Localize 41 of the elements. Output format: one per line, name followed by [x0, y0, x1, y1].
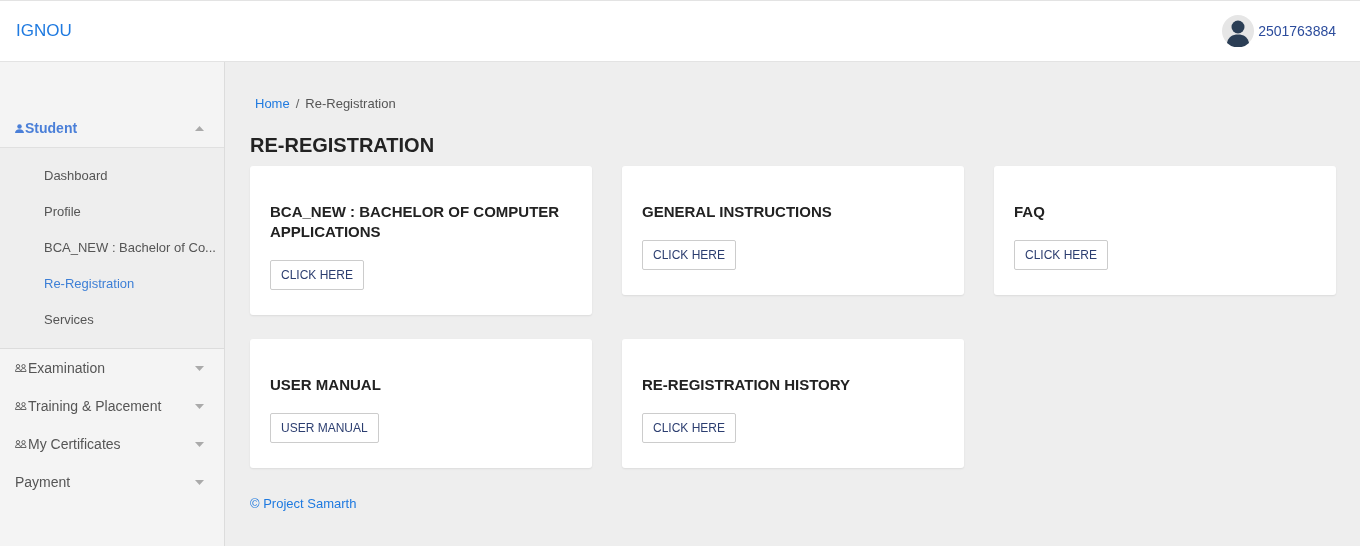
person-icon — [15, 124, 24, 133]
sidebar-section[interactable]: My Certificates — [0, 425, 224, 463]
card-title: GENERAL INSTRUCTIONS — [642, 201, 833, 222]
brand-link[interactable]: IGNOU — [16, 18, 72, 44]
sidebar-section[interactable]: Training & Placement — [0, 387, 224, 425]
card-button[interactable]: CLICK HERE — [1014, 239, 1109, 270]
submenu-item[interactable]: Dashboard — [0, 158, 224, 194]
submenu-item[interactable]: BCA_NEW : Bachelor of Co... — [0, 230, 224, 266]
caret-icon — [195, 403, 204, 409]
card-button[interactable]: USER MANUAL — [270, 412, 379, 443]
card-button[interactable]: CLICK HERE — [642, 412, 737, 443]
card-title: BCA_NEW : BACHELOR OF COMPUTER APPLICATIONS — [270, 201, 561, 242]
breadcrumb-current: Re-Registration — [305, 95, 396, 113]
breadcrumb-link[interactable]: Home — [255, 94, 290, 114]
caret-icon — [195, 126, 204, 131]
section-label: Payment — [15, 472, 71, 492]
caret-icon — [195, 479, 204, 485]
sidebar-section[interactable]: Payment — [0, 463, 224, 501]
people-icon — [15, 402, 27, 410]
section-label: My Certificates — [28, 434, 121, 454]
section-label: Training & Placement — [28, 396, 162, 416]
breadcrumb-separator: / — [295, 95, 300, 113]
section-label: Student — [25, 119, 78, 138]
avatar-icon[interactable] — [1222, 15, 1255, 47]
submenu-item[interactable]: Services — [0, 302, 224, 338]
card-title: USER MANUAL — [270, 374, 382, 395]
caret-icon — [195, 441, 204, 447]
submenu-item[interactable]: Profile — [0, 194, 224, 230]
page-title: RE-REGISTRATION — [250, 132, 436, 158]
caret-icon — [195, 365, 204, 371]
sidebar-section[interactable]: Examination — [0, 349, 224, 387]
section-label: Examination — [28, 358, 106, 378]
people-icon — [15, 364, 27, 372]
footer-link[interactable]: © Project Samarth — [250, 493, 1336, 513]
card-title: FAQ — [1014, 201, 1046, 222]
people-icon — [15, 440, 27, 448]
card-button[interactable]: CLICK HERE — [642, 239, 737, 270]
user-id-link[interactable]: 2501763884 — [1258, 20, 1336, 42]
card-title: RE-REGISTRATION HISTORY — [642, 374, 852, 395]
submenu-item[interactable]: Re-Registration — [0, 266, 224, 302]
card-button[interactable]: CLICK HERE — [270, 259, 365, 290]
